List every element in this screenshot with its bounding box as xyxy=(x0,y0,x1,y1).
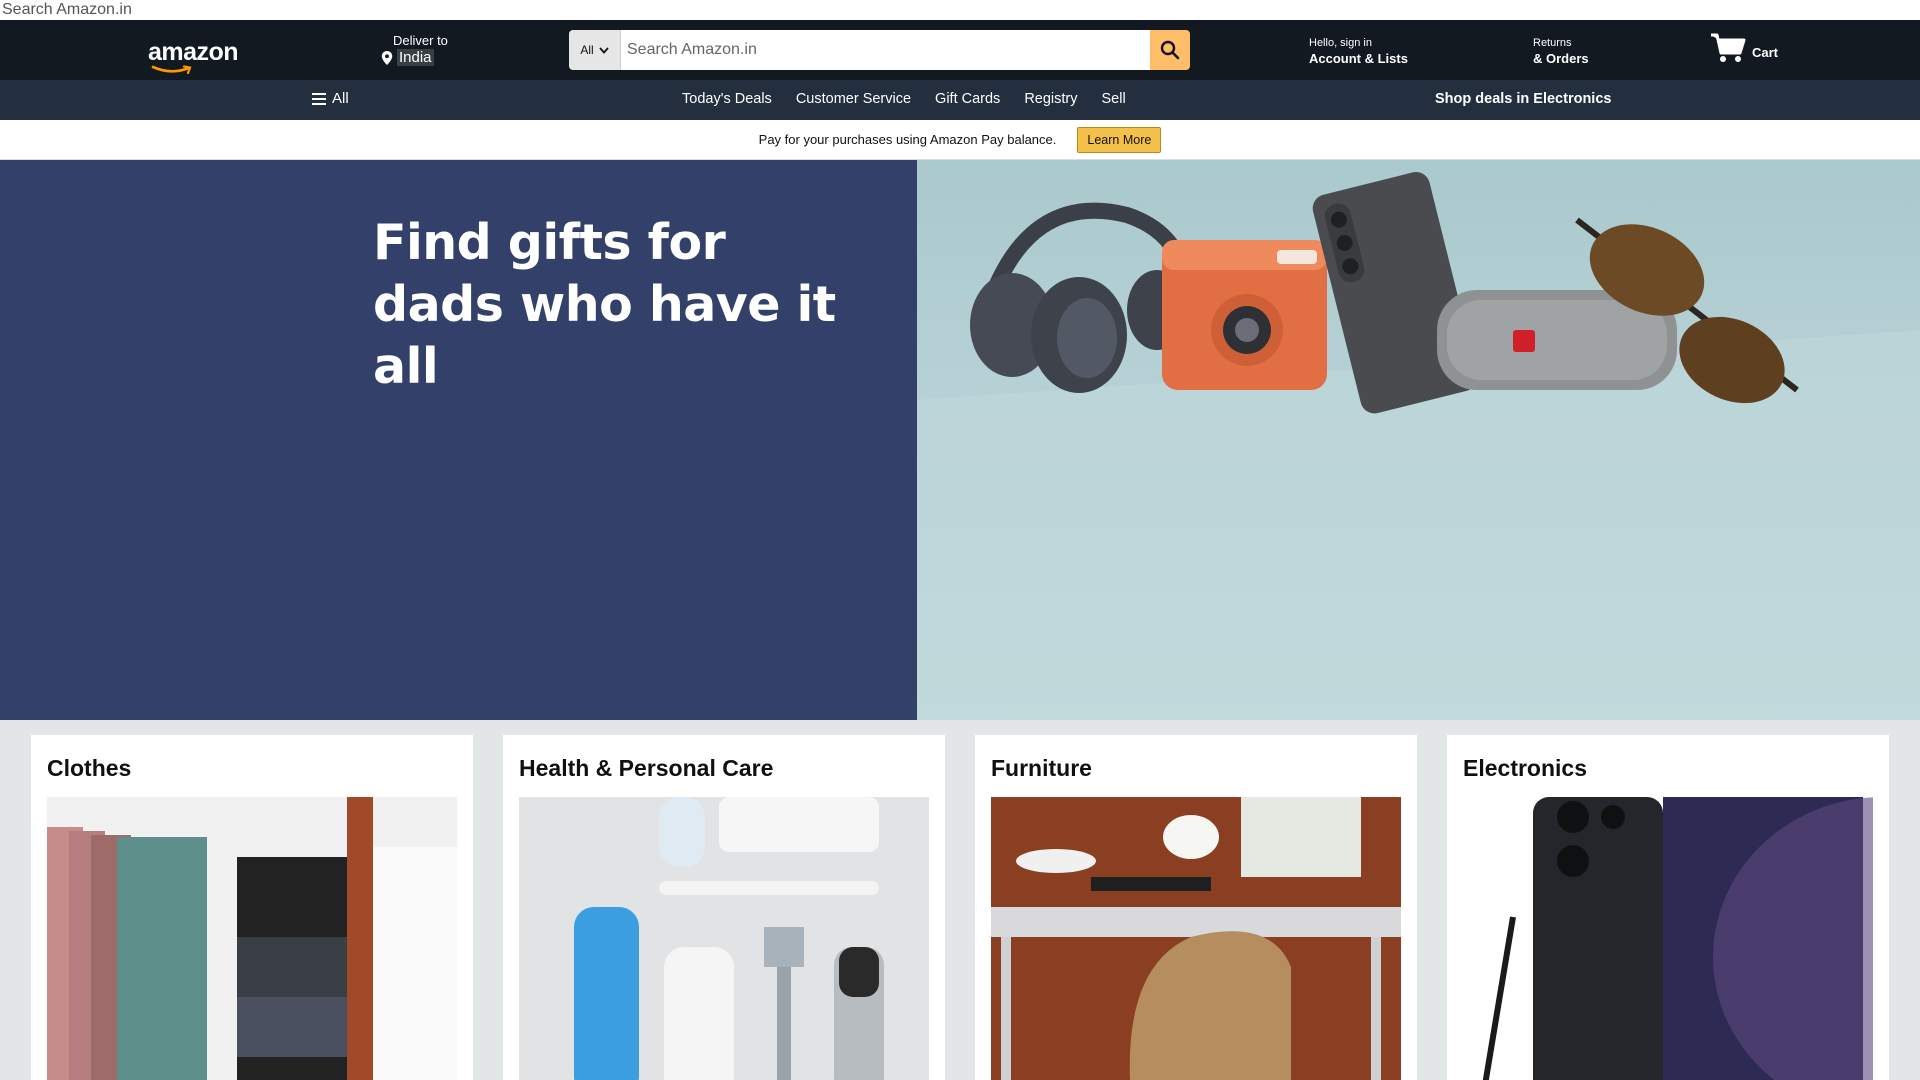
hero-title: Find gifts for dads who have it all xyxy=(373,212,917,398)
card-title: Health & Personal Care xyxy=(519,755,774,781)
category-card-health[interactable]: Health & Personal Care xyxy=(503,735,945,1080)
sub-navigation: All Today's Deals Customer Service Gift … xyxy=(0,80,1920,120)
logo-smile-icon xyxy=(151,65,192,75)
returns-label: Returns xyxy=(1533,37,1572,49)
nav-belt: amazon Deliver to India All H xyxy=(0,20,1920,80)
card-title: Electronics xyxy=(1463,755,1587,781)
nav-link-todays-deals[interactable]: Today's Deals xyxy=(682,91,772,107)
card-title: Clothes xyxy=(47,755,132,781)
cart-label: Cart xyxy=(1752,45,1779,60)
chevron-down-icon xyxy=(598,46,609,54)
furniture-image[interactable] xyxy=(991,797,1401,1080)
nav-links: Today's Deals Customer Service Gift Card… xyxy=(682,91,1126,107)
search-category-dropdown[interactable]: All xyxy=(569,30,621,70)
all-menu-label: All xyxy=(332,90,349,107)
cart-icon xyxy=(1711,33,1746,62)
page-title-strip: Search Amazon.in xyxy=(0,0,1920,20)
deliver-to[interactable]: Deliver to India xyxy=(381,33,448,66)
account-greeting: Hello, sign in xyxy=(1309,37,1372,49)
search-icon xyxy=(1160,40,1180,60)
camera-illustration xyxy=(1162,240,1327,390)
cart-link[interactable]: Cart xyxy=(1710,32,1778,64)
nav-link-customer-service[interactable]: Customer Service xyxy=(796,91,911,107)
category-card-electronics[interactable]: Electronics xyxy=(1447,735,1889,1080)
account-lists-menu[interactable]: Hello, sign in Account & Lists xyxy=(1309,37,1408,66)
nav-link-sell[interactable]: Sell xyxy=(1102,91,1126,107)
search-category-value: All xyxy=(580,43,594,57)
hero-text-panel: Find gifts for dads who have it all xyxy=(0,160,917,720)
hamburger-icon xyxy=(312,92,326,105)
headphones-illustration xyxy=(970,202,1195,393)
deliver-label: Deliver to xyxy=(393,33,448,48)
shop-deals-link[interactable]: Shop deals in Electronics xyxy=(1435,91,1611,107)
account-label: Account & Lists xyxy=(1309,51,1408,66)
orders-label: & Orders xyxy=(1533,51,1589,66)
search-input[interactable] xyxy=(621,30,1150,70)
hero-title-line-2: dads who have it all xyxy=(373,276,836,395)
electronics-image[interactable] xyxy=(1463,797,1873,1080)
hero-product-image xyxy=(917,160,1920,720)
search-button[interactable] xyxy=(1150,30,1190,70)
health-personal-care-image[interactable] xyxy=(519,797,929,1080)
amazon-logo[interactable]: amazon xyxy=(148,38,239,75)
gift-products-illustration xyxy=(917,172,1920,720)
clothes-image[interactable] xyxy=(47,797,457,1080)
location-pin-icon xyxy=(381,50,393,65)
deliver-country: India xyxy=(397,49,434,66)
search-bar: All xyxy=(569,30,1190,70)
category-card-clothes[interactable]: Clothes xyxy=(31,735,473,1080)
category-cards: Clothes Health & Personal Care Furniture… xyxy=(0,720,1920,1080)
all-menu-button[interactable]: All xyxy=(312,90,349,107)
nav-link-registry[interactable]: Registry xyxy=(1024,91,1077,107)
card-title: Furniture xyxy=(991,755,1092,781)
returns-orders-link[interactable]: Returns & Orders xyxy=(1533,37,1589,66)
pay-banner-text: Pay for your purchases using Amazon Pay … xyxy=(758,132,1057,147)
nav-link-gift-cards[interactable]: Gift Cards xyxy=(935,91,1000,107)
hero-title-line-1: Find gifts for xyxy=(373,214,726,271)
hero-banner[interactable]: Find gifts for dads who have it all xyxy=(0,160,1920,720)
category-card-furniture[interactable]: Furniture xyxy=(975,735,1417,1080)
learn-more-button[interactable]: Learn More xyxy=(1077,126,1162,153)
logo-text: amazon xyxy=(148,38,239,66)
amazon-pay-banner: Pay for your purchases using Amazon Pay … xyxy=(0,120,1920,160)
